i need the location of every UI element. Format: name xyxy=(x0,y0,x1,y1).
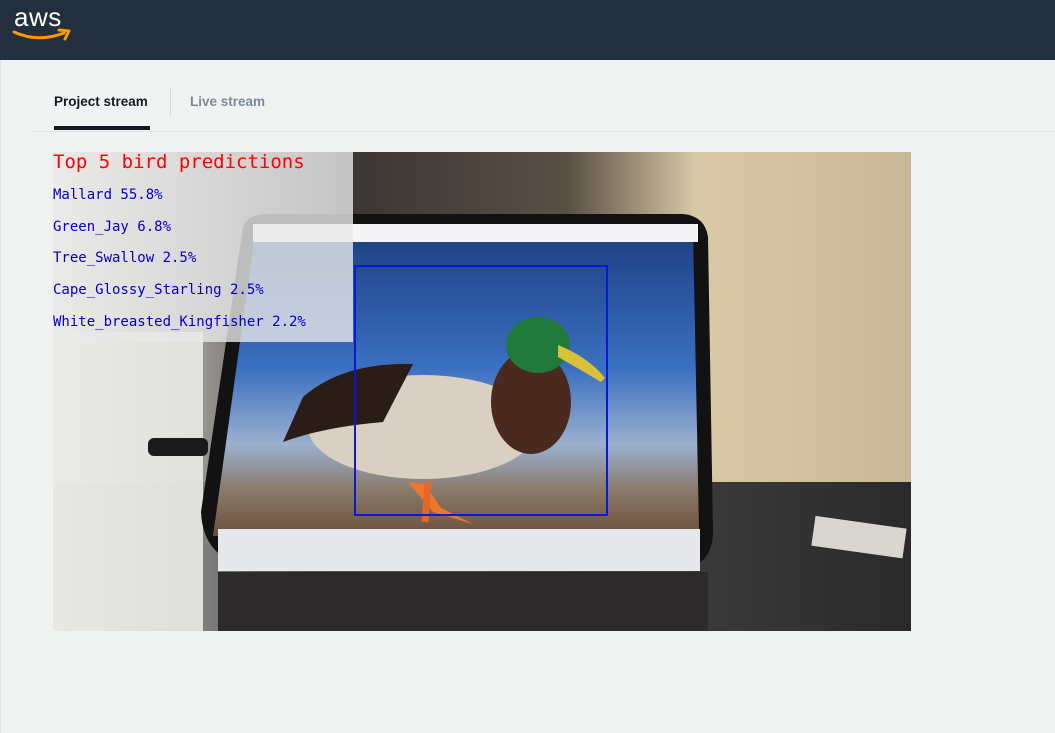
predictions-title: Top 5 bird predictions xyxy=(53,152,305,173)
prediction-label: Tree_Swallow 2.5% xyxy=(53,250,197,266)
video-stream-frame: Top 5 bird predictions Mallard 55.8% Gre… xyxy=(53,152,911,631)
tab-live-stream[interactable]: Live stream xyxy=(190,94,265,109)
prediction-label: Mallard 55.8% xyxy=(53,187,163,203)
aws-logo[interactable]: aws xyxy=(12,2,74,44)
tab-project-stream[interactable]: Project stream xyxy=(54,94,148,109)
detection-bounding-box xyxy=(354,265,608,516)
prediction-label: Green_Jay 6.8% xyxy=(53,219,172,235)
top-navigation-bar: aws xyxy=(0,0,1055,60)
active-tab-indicator xyxy=(54,126,150,130)
aws-smile-arrow-icon xyxy=(12,28,71,41)
stream-tabs: Project stream Live stream xyxy=(32,60,1055,132)
prediction-label: Cape_Glossy_Starling 2.5% xyxy=(53,282,264,298)
prediction-label: White_breasted_Kingfisher 2.2% xyxy=(53,314,306,330)
tab-divider xyxy=(170,88,171,116)
